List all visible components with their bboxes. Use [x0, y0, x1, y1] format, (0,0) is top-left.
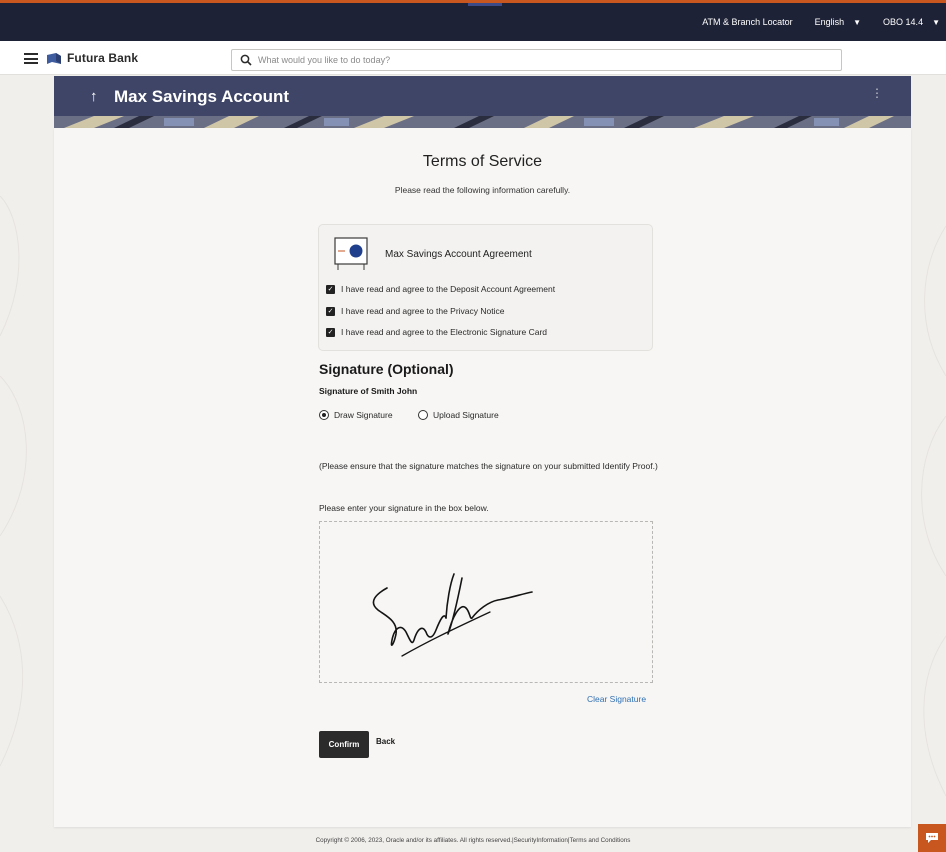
page-title: Max Savings Account	[114, 87, 290, 106]
search-icon	[240, 54, 252, 66]
terms-title: Terms of Service	[422, 153, 543, 170]
checkbox-label: I have read and agree to the Deposit Acc…	[341, 284, 556, 294]
utility-bar: ATM & Branch Locator English ▼ OBO 14.4 …	[0, 3, 946, 41]
footer-copyright: Copyright © 2006, 2023, Oracle and/or it…	[315, 837, 631, 844]
terms-subtitle: Please read the following information ca…	[394, 185, 571, 195]
chat-bubble-icon	[926, 833, 938, 843]
hamburger-icon[interactable]	[24, 53, 38, 64]
clear-signature-link[interactable]: Clear Signature	[587, 694, 646, 704]
drawn-signature	[372, 573, 533, 657]
radio-upload-signature[interactable]: Upload Signature	[418, 410, 499, 420]
checkbox-electronic-signature[interactable]: ✓ I have read and agree to the Electroni…	[326, 327, 547, 337]
brand-name[interactable]: Futura Bank	[67, 51, 138, 65]
checkbox-deposit-agreement[interactable]: ✓ I have read and agree to the Deposit A…	[326, 284, 555, 294]
signature-pad[interactable]	[319, 521, 653, 683]
radio-unselected-icon[interactable]	[418, 410, 428, 420]
agreement-box: Max Savings Account Agreement ✓ I have r…	[318, 224, 653, 351]
signature-note: (Please ensure that the signature matche…	[319, 461, 658, 471]
bank-logo-icon	[47, 53, 61, 64]
header-pattern	[54, 116, 911, 128]
chevron-down-icon: ▼	[853, 17, 862, 27]
radio-draw-signature[interactable]: Draw Signature	[319, 410, 393, 420]
search-input[interactable]	[258, 55, 841, 65]
chat-icon[interactable]	[918, 824, 946, 852]
radio-label: Upload Signature	[433, 410, 499, 420]
kebab-menu-icon[interactable]: ⋮	[871, 86, 883, 100]
atm-branch-locator-link[interactable]: ATM & Branch Locator	[702, 17, 792, 27]
signature-instruction: Please enter your signature in the box b…	[319, 503, 489, 513]
back-button[interactable]: Back	[376, 737, 395, 746]
language-label: English	[814, 17, 845, 27]
checkbox-checked-icon[interactable]: ✓	[326, 306, 335, 316]
radio-label: Draw Signature	[334, 410, 393, 420]
chevron-down-icon: ▼	[932, 17, 940, 27]
checkbox-privacy-notice[interactable]: ✓ I have read and agree to the Privacy N…	[326, 306, 504, 316]
nav-bar: Futura Bank	[0, 41, 946, 75]
checkbox-checked-icon[interactable]: ✓	[326, 284, 335, 294]
user-label: OBO 14.4	[883, 17, 924, 27]
document-icon	[334, 237, 368, 270]
checkbox-checked-icon[interactable]: ✓	[326, 327, 335, 337]
radio-selected-icon[interactable]	[319, 410, 329, 420]
signature-heading: Signature (Optional)	[319, 361, 454, 377]
active-indicator	[468, 3, 502, 6]
user-menu-dropdown[interactable]: OBO 14.4 ▼	[883, 17, 940, 27]
content-card: Terms of Service Please read the followi…	[54, 128, 911, 827]
atm-branch-locator-label: ATM & Branch Locator	[702, 17, 793, 27]
checkbox-label: I have read and agree to the Privacy Not…	[341, 306, 505, 316]
checkbox-label: I have read and agree to the Electronic …	[341, 327, 548, 337]
page-header: ↑ Max Savings Account ⋮	[54, 76, 911, 128]
back-arrow-icon[interactable]: ↑	[90, 88, 98, 105]
signature-owner: Signature of Smith John	[319, 386, 418, 396]
language-dropdown[interactable]: English ▼	[815, 17, 861, 27]
agreement-title: Max Savings Account Agreement	[385, 249, 532, 260]
confirm-button[interactable]: Confirm	[319, 731, 369, 758]
search-bar[interactable]	[231, 49, 842, 71]
